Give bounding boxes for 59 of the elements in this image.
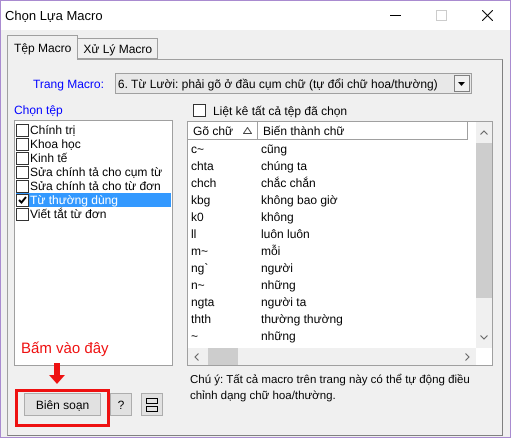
file-list-item[interactable]: Sửa chính tả cho cụm từ	[16, 165, 171, 179]
table-cell-text: người ta	[260, 294, 306, 311]
scroll-left-icon[interactable]	[194, 352, 199, 360]
annotation-text: Bấm vào đây	[21, 339, 109, 359]
table-cell-text: không	[260, 209, 294, 226]
section-label: Chọn tệp	[14, 103, 64, 118]
column-header[interactable]: Biến thành chữ	[258, 122, 468, 140]
horizontal-scrollbar[interactable]	[188, 348, 476, 365]
check-icon	[18, 196, 27, 204]
vertical-scrollbar[interactable]	[476, 122, 492, 348]
minimize-icon	[390, 15, 400, 16]
file-list-item[interactable]: Sửa chính tả cho từ đơn	[16, 179, 171, 193]
field-label: Trang Macro:	[33, 76, 104, 92]
table-cell-text: những	[260, 328, 296, 345]
scroll-up-icon[interactable]	[480, 130, 488, 135]
file-list-item[interactable]: Viết tắt từ đơn	[16, 207, 171, 221]
table-cell-text: người	[260, 260, 293, 277]
table-cell-text: luôn luôn	[260, 226, 310, 243]
table-cell-text: thth	[190, 311, 212, 328]
table-cell-text: mỗi	[260, 243, 280, 260]
table-cell-text: không bao giờ	[260, 192, 338, 209]
table-cell-text: ng`	[190, 260, 210, 277]
table-cell-text: c~	[190, 141, 206, 158]
note-text: Chú ý: Tất cả macro trên trang này có thể tự động điều chỉnh dạng chữ hoa/thường.	[190, 372, 471, 404]
close-icon	[482, 10, 492, 21]
table-cell-text: n~	[190, 277, 206, 294]
table-cell-text: những	[260, 277, 296, 294]
scroll-right-icon[interactable]	[465, 352, 470, 360]
table-cell-text: kbg	[190, 192, 212, 209]
tab[interactable]: Xử Lý Macro	[78, 38, 158, 59]
table-cell-text: cũng	[260, 141, 288, 158]
table-cell-text: chúng ta	[260, 158, 308, 175]
table-cell-text: chch	[190, 175, 218, 192]
split-view-icon	[146, 398, 158, 412]
down-arrow-icon	[49, 363, 65, 384]
column-header[interactable]: Gõ chữ	[188, 122, 258, 140]
macro-page-dropdown[interactable]: 6. Từ Lười: phải gõ ở đầu cụm chữ (tự đổi chữ hoa/thường)	[114, 73, 472, 94]
scroll-down-icon[interactable]	[480, 335, 488, 340]
maximize-icon	[436, 10, 446, 21]
file-list-item[interactable]: Chính trị	[16, 123, 171, 137]
file-list-item[interactable]: Kinh tế	[16, 151, 171, 165]
window-title: Chọn Lựa Macro	[5, 6, 103, 25]
layout-button[interactable]	[141, 393, 163, 416]
tab[interactable]: Tệp Macro	[7, 35, 78, 60]
table-cell-text: chta	[190, 158, 215, 175]
scroll-thumb[interactable]	[476, 143, 492, 298]
help-button[interactable]: ?	[110, 393, 132, 416]
sort-icon	[243, 127, 252, 134]
file-list-item[interactable]: Khoa học	[16, 137, 171, 151]
table-cell-text: m~	[190, 243, 210, 260]
table-cell-text: ngta	[190, 294, 216, 311]
table-cell-text: thường thường	[260, 311, 343, 328]
table-cell-text: ll	[190, 226, 198, 243]
table-cell-text: chắc chắn	[260, 175, 316, 192]
edit-button[interactable]: Biên soạn	[24, 393, 101, 416]
list-all-checkbox[interactable]: Liệt kê tất cả tệp đã chọn	[193, 103, 493, 118]
scroll-thumb[interactable]	[208, 348, 238, 365]
table-cell-text: k0	[190, 209, 205, 226]
table-cell-text: ~	[190, 328, 200, 345]
